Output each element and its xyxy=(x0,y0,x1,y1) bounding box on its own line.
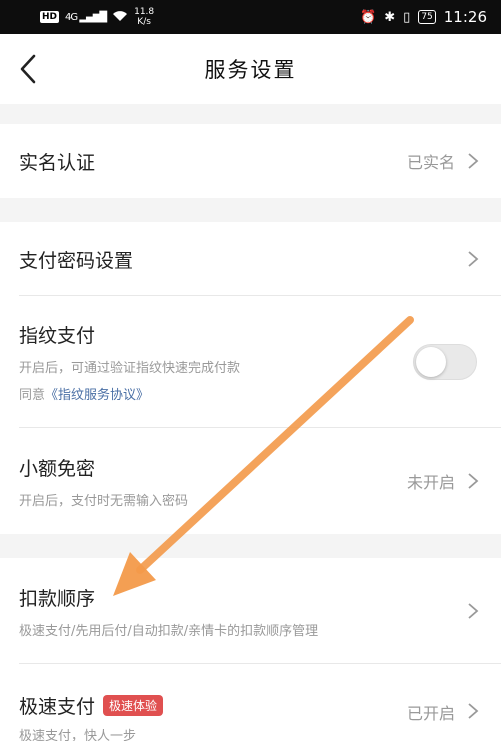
fingerprint-toggle[interactable] xyxy=(413,344,477,380)
network-speed: 11.8 K/s xyxy=(134,7,155,27)
chevron-right-icon xyxy=(468,473,479,489)
status-bar: HD 4G ▂▄▆█ 11.8 K/s ⏰ ✱ ▯ 75 11:26 xyxy=(0,0,501,34)
chevron-right-icon xyxy=(468,603,479,619)
fingerprint-agreement: 同意《指纹服务协议》 xyxy=(19,388,150,403)
realname-value: 已实名 xyxy=(406,153,455,172)
fingerprint-pay-row: 指纹支付 开启后，可通过验证指纹快速完成付款 同意《指纹服务协议》 xyxy=(0,296,501,428)
toggle-knob xyxy=(416,347,446,377)
back-arrow-icon[interactable] xyxy=(14,52,44,86)
chevron-right-icon xyxy=(468,153,479,169)
hd-icon: HD xyxy=(40,11,60,23)
fast-pay-label: 极速支付 极速体验 xyxy=(19,692,407,719)
title-bar: 服务设置 xyxy=(0,34,501,104)
realname-label: 实名认证 xyxy=(19,151,96,174)
vibrate-icon: ▯ xyxy=(403,9,411,25)
deduction-order-label: 扣款顺序 xyxy=(19,587,96,610)
clock: 11:26 xyxy=(443,8,487,26)
fingerprint-pay-desc: 开启后，可通过验证指纹快速完成付款 xyxy=(19,361,241,376)
cellular-signal-icon: 4G ▂▄▆█ xyxy=(65,11,107,23)
deduction-order-desc: 极速支付/先用后付/自动扣款/亲情卡的扣款顺序管理 xyxy=(19,623,319,639)
alarm-icon: ⏰ xyxy=(360,9,377,25)
chevron-right-icon xyxy=(468,251,479,267)
small-amount-value: 未开启 xyxy=(406,473,455,492)
bluetooth-icon: ✱ xyxy=(384,9,396,25)
deduction-order-row[interactable]: 扣款顺序 极速支付/先用后付/自动扣款/亲情卡的扣款顺序管理 xyxy=(0,558,501,664)
wifi-icon xyxy=(112,10,128,25)
page-title: 服务设置 xyxy=(204,58,297,82)
realname-row[interactable]: 实名认证 已实名 xyxy=(0,124,501,198)
small-amount-label: 小额免密 xyxy=(19,457,96,480)
small-amount-row[interactable]: 小额免密 开启后，支付时无需输入密码 未开启 xyxy=(0,428,501,534)
fast-pay-badge: 极速体验 xyxy=(103,695,164,716)
battery-icon: 75 xyxy=(418,10,436,24)
payment-password-label: 支付密码设置 xyxy=(19,249,134,272)
chevron-right-icon xyxy=(468,703,479,719)
fingerprint-pay-label: 指纹支付 xyxy=(19,325,96,347)
small-amount-desc: 开启后，支付时无需输入密码 xyxy=(19,493,189,509)
fast-pay-row[interactable]: 极速支付 极速体验 极速支付，快人一步 已开启 xyxy=(0,664,501,741)
fast-pay-desc: 极速支付，快人一步 xyxy=(19,729,137,741)
payment-password-row[interactable]: 支付密码设置 xyxy=(0,222,501,296)
fast-pay-value: 已开启 xyxy=(406,704,455,723)
fingerprint-agreement-link[interactable]: 《指纹服务协议》 xyxy=(45,388,149,403)
